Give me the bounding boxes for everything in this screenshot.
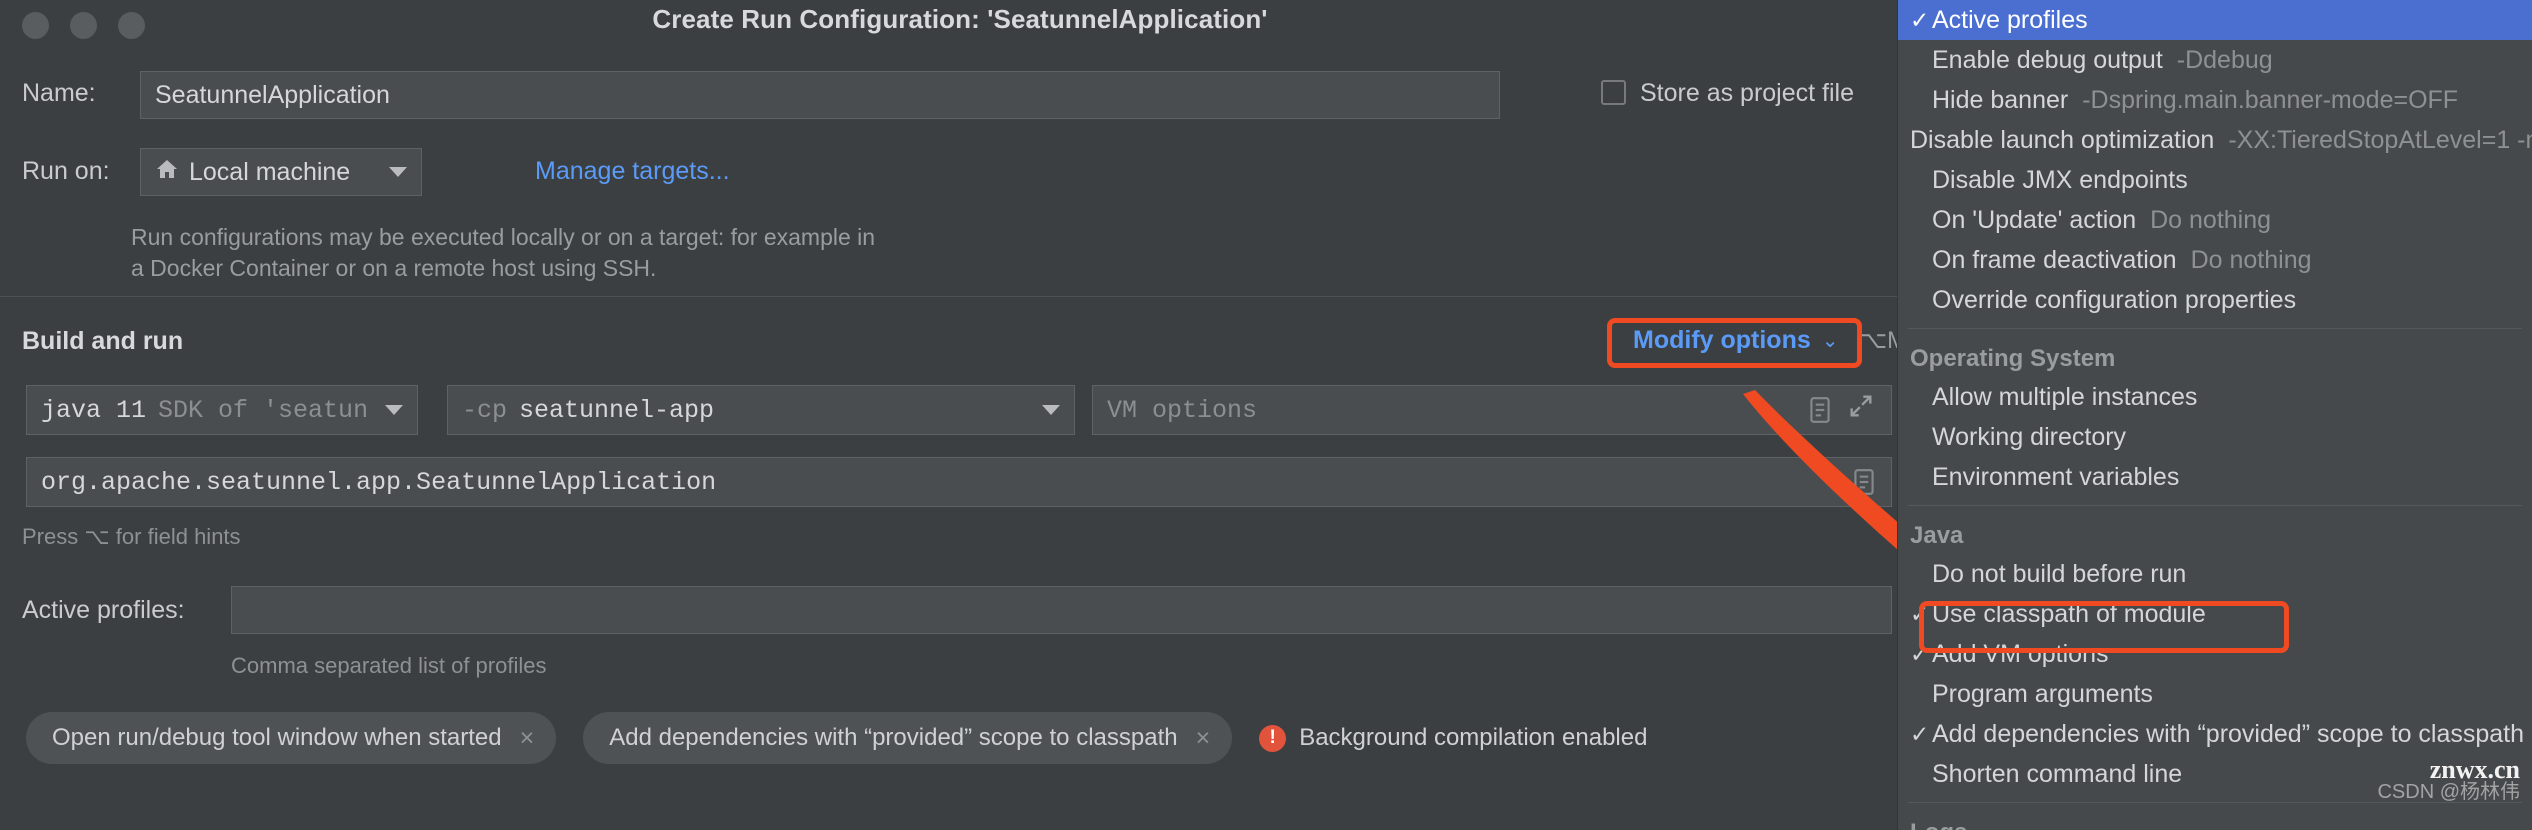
menu-item-value: Do nothing: [2150, 205, 2272, 234]
check-icon: ✓: [1910, 720, 1930, 747]
jdk-select[interactable]: java 11 SDK of 'seatun: [26, 385, 418, 435]
menu-item-label: Program arguments: [1932, 679, 2153, 708]
menu-item[interactable]: On frame deactivation Do nothing: [1898, 240, 2532, 280]
menu-group-header: Logs: [1898, 809, 2532, 830]
main-class-value: org.apache.seatunnel.app.SeatunnelApplic…: [41, 467, 717, 497]
chevron-down-icon: [1042, 405, 1060, 415]
menu-item[interactable]: ✓ Add dependencies with “provided” scope …: [1898, 714, 2532, 754]
vm-options-placeholder: VM options: [1107, 395, 1258, 425]
classpath-value: seatunnel-app: [519, 395, 715, 425]
chip-open-run-debug-tool-window[interactable]: Open run/debug tool window when started …: [26, 712, 557, 764]
window-title: Create Run Configuration: 'SeatunnelAppl…: [652, 4, 1268, 34]
menu-item-label: Hide banner: [1932, 85, 2069, 114]
menu-item-label: Disable JMX endpoints: [1932, 165, 2188, 194]
name-label: Name:: [22, 79, 96, 107]
active-profiles-hint: Comma separated list of profiles: [231, 653, 547, 678]
chip-add-provided-dependencies[interactable]: Add dependencies with “provided” scope t…: [583, 712, 1233, 764]
menu-item-value: -Ddebug: [2176, 45, 2273, 74]
chevron-down-icon: [385, 405, 403, 415]
menu-separator: [1908, 802, 2522, 803]
jdk-value: java 11: [41, 395, 147, 425]
chip-label: Add dependencies with “provided” scope t…: [609, 724, 1178, 751]
menu-item-label: Shorten command line: [1932, 759, 2183, 788]
menu-item[interactable]: ✓ Active profiles: [1898, 0, 2532, 40]
menu-item[interactable]: Working directory: [1898, 417, 2532, 457]
menu-item-label: Enable debug output: [1932, 45, 2163, 74]
menu-item-label: On frame deactivation: [1932, 245, 2177, 274]
build-and-run-title: Build and run: [22, 327, 184, 355]
store-as-project-file-checkbox[interactable]: [1601, 80, 1626, 105]
background-compilation-warning: ! Background compilation enabled: [1259, 724, 1647, 752]
run-on-description: Run configurations may be executed local…: [131, 224, 876, 281]
name-input[interactable]: SeatunnelApplication: [140, 71, 1500, 119]
menu-item[interactable]: ✓ Add VM options: [1898, 634, 2532, 674]
menu-item-label: Working directory: [1932, 422, 2127, 451]
menu-item[interactable]: Disable launch optimization -XX:TieredSto…: [1898, 120, 2532, 160]
menu-item[interactable]: Allow multiple instances: [1898, 377, 2532, 417]
menu-item-value: -XX:TieredStopAtLevel=1 -noverify: [2228, 125, 2532, 154]
main-class-input[interactable]: org.apache.seatunnel.app.SeatunnelApplic…: [26, 457, 1892, 507]
jdk-module-hint: SDK of 'seatun: [158, 395, 369, 425]
menu-item-label: Environment variables: [1932, 462, 2180, 491]
warning-text: Background compilation enabled: [1299, 724, 1648, 751]
chip-label: Open run/debug tool window when started: [52, 724, 502, 751]
menu-item[interactable]: ✓ Use classpath of module: [1898, 594, 2532, 634]
run-configuration-dialog: Create Run Configuration: 'SeatunnelAppl…: [0, 0, 2532, 830]
menu-item-label: Add dependencies with “provided” scope t…: [1932, 719, 2525, 748]
home-icon: [155, 157, 179, 188]
field-hints-text: Press ⌥ for field hints: [22, 524, 241, 549]
menu-group-header: Operating System: [1910, 345, 2116, 372]
check-icon: ✓: [1910, 6, 1930, 33]
menu-item[interactable]: Enable debug output -Ddebug: [1898, 40, 2532, 80]
run-on-select[interactable]: Local machine: [140, 148, 422, 196]
modify-options-menu[interactable]: ✓ Active profiles Enable debug output -Ddeb…: [1897, 0, 2532, 830]
active-profiles-input[interactable]: [231, 586, 1892, 634]
menu-item-label: Override configuration properties: [1932, 285, 2297, 314]
manage-targets-link[interactable]: Manage targets...: [535, 157, 730, 186]
menu-item-value: Do nothing: [2190, 245, 2312, 274]
menu-item-value: -Dspring.main.banner-mode=OFF: [2082, 85, 2459, 114]
modify-options-control[interactable]: Modify options ⌄ ⌥M: [1633, 326, 1907, 355]
menu-separator: [1908, 505, 2522, 506]
menu-item-label: Do not build before run: [1932, 559, 2187, 588]
menu-separator: [1908, 328, 2522, 329]
active-profiles-label: Active profiles:: [22, 596, 185, 624]
error-icon: !: [1259, 724, 1287, 752]
store-as-project-file-label: Store as project file: [1640, 79, 1854, 107]
menu-item-label: Active profiles: [1932, 5, 2088, 34]
menu-item-label: Use classpath of module: [1932, 599, 2206, 628]
classpath-select[interactable]: -cp seatunnel-app: [447, 385, 1075, 435]
menu-item[interactable]: Hide banner -Dspring.main.banner-mode=OFF: [1898, 80, 2532, 120]
check-icon: ✓: [1910, 640, 1930, 667]
classpath-prefix: -cp: [462, 395, 508, 425]
menu-item[interactable]: Override configuration properties: [1898, 280, 2532, 320]
menu-item[interactable]: Program arguments: [1898, 674, 2532, 714]
menu-item-label: Add VM options: [1932, 639, 2109, 668]
menu-item-label: Allow multiple instances: [1932, 382, 2198, 411]
menu-item[interactable]: On 'Update' action Do nothing: [1898, 200, 2532, 240]
check-icon: ✓: [1910, 600, 1930, 627]
close-icon[interactable]: ×: [520, 724, 535, 753]
menu-item[interactable]: Disable JMX endpoints: [1898, 160, 2532, 200]
run-on-label: Run on:: [22, 157, 110, 185]
option-chips: Open run/debug tool window when started …: [26, 712, 1647, 764]
menu-group-header: Java: [1910, 522, 1964, 549]
close-icon[interactable]: ×: [1196, 724, 1211, 753]
menu-item[interactable]: Do not build before run: [1898, 554, 2532, 594]
chevron-down-icon: ⌄: [1821, 330, 1839, 352]
menu-item-label: On 'Update' action: [1932, 205, 2137, 234]
menu-item[interactable]: Environment variables: [1898, 457, 2532, 497]
run-on-value: Local machine: [189, 157, 351, 186]
menu-item-label: Disable launch optimization: [1910, 125, 2215, 154]
chevron-down-icon: [389, 167, 407, 177]
modify-options-label: Modify options: [1633, 326, 1811, 354]
menu-item[interactable]: Shorten command line: [1898, 754, 2532, 794]
